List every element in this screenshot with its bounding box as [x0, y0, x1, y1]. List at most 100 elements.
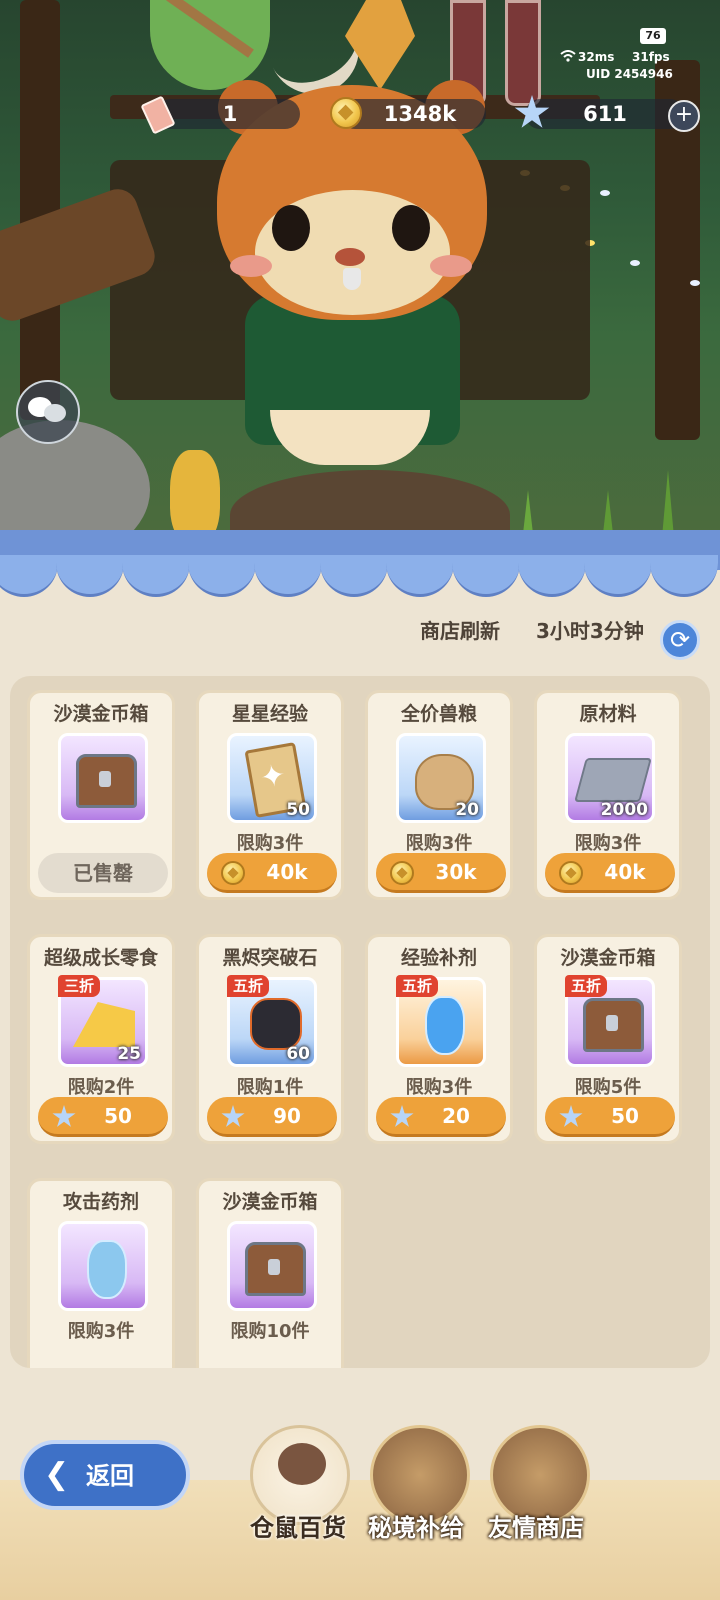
tab-label: 仓鼠百货 — [250, 1514, 346, 1542]
cheese-icon — [73, 1002, 135, 1047]
star-gem-icon — [559, 1105, 583, 1127]
item-title: 原材料 — [579, 703, 637, 725]
coin-icon — [330, 97, 362, 129]
shop-item-card[interactable]: 超级成长零食 25 三折 限购2件 50 — [27, 934, 175, 1144]
refresh-icon[interactable]: ⟳ — [660, 620, 700, 660]
item-price: 40k — [604, 860, 646, 884]
item-title: 星星经验 — [231, 703, 308, 725]
battery-indicator: 76 — [640, 28, 666, 44]
shop-item-card[interactable]: 攻击药剂 限购3件 — [27, 1178, 175, 1368]
discount-badge: 五折 — [565, 975, 608, 997]
purchase-limit: 限购3件 — [67, 1321, 135, 1342]
star-gem-icon — [221, 1105, 245, 1127]
item-quantity: 60 — [286, 1044, 310, 1064]
shop-item-card[interactable]: 原材料 2000 限购3件 40k — [534, 690, 682, 900]
treasure-chest-icon — [76, 754, 137, 808]
buy-button[interactable]: 50 — [545, 1097, 675, 1137]
item-icon: 20 — [396, 733, 486, 823]
ping-readout: 32ms — [578, 50, 615, 64]
coin-icon — [559, 861, 583, 885]
purchase-limit: 限购2件 — [67, 1077, 135, 1098]
discount-badge: 三折 — [58, 975, 101, 997]
hamster-nose — [335, 248, 365, 266]
green-bottle — [150, 0, 270, 90]
shop-item-card[interactable]: 黑烬突破石 60 五折 限购1件 90 — [196, 934, 344, 1144]
uid-readout: UID 2454946 — [586, 67, 673, 81]
flower — [630, 260, 640, 266]
shop-item-card[interactable]: 经验补剂 五折 限购3件 20 — [365, 934, 513, 1144]
treasure-chest-icon — [245, 1242, 306, 1296]
item-title: 攻击药剂 — [62, 1191, 139, 1213]
coin-icon — [390, 861, 414, 885]
item-title: 沙漠金币箱 — [222, 1191, 318, 1213]
item-quantity: 25 — [117, 1044, 141, 1064]
tab-label: 秘境补给 — [368, 1514, 464, 1542]
flower — [690, 280, 700, 286]
ember-stone-icon — [250, 998, 302, 1050]
item-quantity: 2000 — [600, 800, 648, 820]
test-tube — [505, 0, 541, 106]
item-quantity: 50 — [286, 800, 310, 820]
hamster-eye — [392, 205, 430, 251]
purchase-limit: 限购10件 — [230, 1321, 310, 1342]
item-icon — [58, 733, 148, 823]
buy-button[interactable]: 90 — [207, 1097, 337, 1137]
shop-refresh-timer: 3小时3分钟 — [536, 619, 644, 643]
back-button[interactable]: ❮ 返回 — [20, 1440, 190, 1510]
game-scene — [0, 0, 720, 560]
item-price: 90 — [273, 1104, 301, 1128]
item-title: 沙漠金币箱 — [560, 947, 656, 969]
item-title: 超级成长零食 — [43, 947, 158, 969]
wifi-icon — [560, 50, 576, 65]
metal-ingot-icon — [574, 758, 652, 802]
sold-out-label: 已售罄 — [38, 853, 168, 893]
ticket-count: 1 — [222, 102, 238, 126]
back-arrow-icon: ❮ — [44, 1457, 70, 1492]
hamster-eye — [272, 205, 310, 251]
crystal-prop — [345, 0, 415, 90]
buy-button[interactable]: 40k — [545, 853, 675, 893]
discount-badge: 五折 — [396, 975, 439, 997]
shop-item-card[interactable]: 沙漠金币箱 已售罄 — [27, 690, 175, 900]
purchase-limit: 限购3件 — [405, 1077, 473, 1098]
discount-badge: 五折 — [227, 975, 270, 997]
hamster-cheek — [230, 255, 272, 277]
star-count: 611 — [583, 102, 627, 126]
shop-item-card[interactable]: 星星经验 50 限购3件 40k — [196, 690, 344, 900]
hamster-tooth — [343, 268, 361, 290]
chat-icon[interactable] — [16, 380, 80, 444]
back-label: 返回 — [86, 1462, 134, 1490]
buy-button[interactable]: 40k — [207, 853, 337, 893]
purchase-limit: 限购3件 — [574, 833, 642, 854]
coin-count: 1348k — [383, 102, 457, 126]
purchase-limit: 限购3件 — [405, 833, 473, 854]
item-title: 经验补剂 — [400, 947, 477, 969]
awning-scallops — [0, 555, 720, 597]
buy-button[interactable]: 30k — [376, 853, 506, 893]
item-price: 30k — [435, 860, 477, 884]
shop-item-card[interactable]: 全价兽粮 20 限购3件 30k — [365, 690, 513, 900]
plus-icon[interactable]: + — [668, 100, 700, 132]
item-icon: 50 — [227, 733, 317, 823]
buy-button[interactable]: 20 — [376, 1097, 506, 1137]
shop-item-grid: 沙漠金币箱 已售罄 星星经验 50 限购3件 40k 全价兽粮 20 限购3件 … — [10, 676, 710, 1368]
shop-refresh-label: 商店刷新 — [420, 619, 500, 643]
potion-icon — [87, 1240, 127, 1299]
buy-button[interactable]: 50 — [38, 1097, 168, 1137]
hamster-cheek — [430, 255, 472, 277]
hamster-belly — [270, 410, 430, 465]
flower — [600, 190, 610, 196]
shop-item-card[interactable]: 沙漠金币箱 五折 限购5件 50 — [534, 934, 682, 1144]
item-title: 沙漠金币箱 — [53, 703, 149, 725]
item-icon — [58, 1221, 148, 1311]
purchase-limit: 限购1件 — [236, 1077, 304, 1098]
item-price: 50 — [611, 1104, 639, 1128]
item-title: 黑烬突破石 — [222, 947, 318, 969]
treasure-chest-icon — [583, 998, 644, 1052]
star-gem-icon — [390, 1105, 414, 1127]
item-price: 20 — [442, 1104, 470, 1128]
item-price: 40k — [266, 860, 308, 884]
shop-item-card[interactable]: 沙漠金币箱 限购10件 — [196, 1178, 344, 1368]
potion-icon — [425, 996, 465, 1055]
item-icon — [227, 1221, 317, 1311]
